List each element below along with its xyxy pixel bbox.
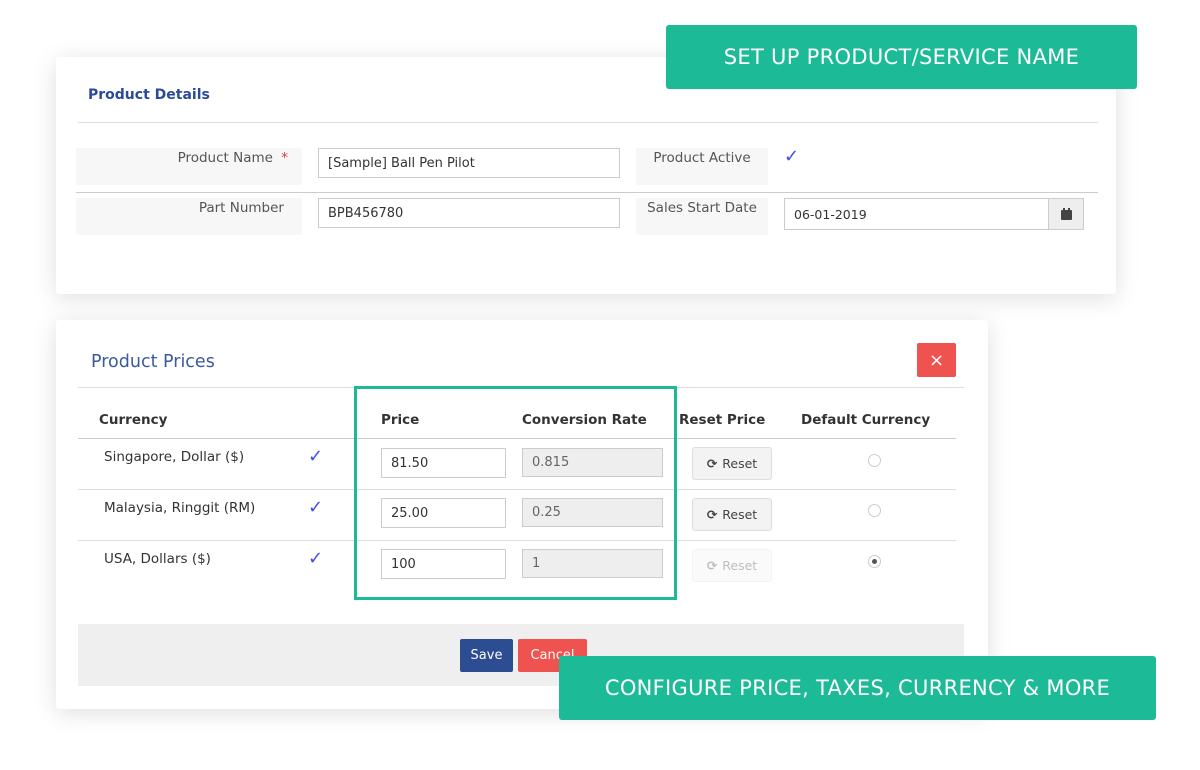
product-active-label: Product Active <box>653 150 751 166</box>
reset-label: Reset <box>722 507 758 522</box>
currency-active-check-icon[interactable]: ✓ <box>308 497 323 518</box>
reset-button[interactable]: ⟳ Reset <box>692 498 772 531</box>
product-name-input[interactable]: [Sample] Ball Pen Pilot <box>318 148 620 178</box>
product-prices-card: Product Prices × Currency Price Conversi… <box>56 320 988 709</box>
currency-active-check-icon[interactable]: ✓ <box>308 446 323 467</box>
callout-top: SET UP PRODUCT/SERVICE NAME <box>666 25 1137 89</box>
header-reset-price: Reset Price <box>679 412 766 428</box>
refresh-icon: ⟳ <box>706 456 718 471</box>
header-currency: Currency <box>99 412 168 428</box>
price-highlight-box <box>354 386 677 600</box>
currency-name: USA, Dollars ($) <box>104 551 211 567</box>
product-name-label: Product Name * <box>177 150 288 166</box>
section-title: Product Prices <box>91 352 215 372</box>
refresh-icon: ⟳ <box>706 507 718 522</box>
callout-bottom: CONFIGURE PRICE, TAXES, CURRENCY & MORE <box>559 656 1156 720</box>
reset-button-disabled: ⟳ Reset <box>692 549 772 582</box>
product-details-card: Product Details Product Name * [Sample] … <box>56 57 1116 294</box>
currency-active-check-icon[interactable]: ✓ <box>308 548 323 569</box>
reset-label: Reset <box>722 456 758 471</box>
refresh-icon: ⟳ <box>706 558 718 573</box>
part-number-input[interactable]: BPB456780 <box>318 198 620 228</box>
section-title: Product Details <box>88 87 210 103</box>
default-currency-radio-selected[interactable] <box>868 555 881 568</box>
sales-start-date-input[interactable]: 06-01-2019 <box>784 198 1049 230</box>
save-button[interactable]: Save <box>460 639 513 672</box>
calendar-button[interactable] <box>1048 198 1084 230</box>
reset-label: Reset <box>722 558 758 573</box>
default-currency-radio[interactable] <box>868 454 881 467</box>
product-active-check-icon[interactable]: ✓ <box>784 146 799 167</box>
calendar-icon <box>1060 208 1072 220</box>
currency-name: Malaysia, Ringgit (RM) <box>104 500 256 516</box>
currency-name: Singapore, Dollar ($) <box>104 449 245 465</box>
divider <box>78 122 1098 123</box>
divider <box>76 192 1098 193</box>
close-button[interactable]: × <box>917 343 956 377</box>
header-default-currency: Default Currency <box>801 412 931 428</box>
sales-start-label: Sales Start Date <box>647 200 757 216</box>
part-number-label: Part Number <box>198 200 284 216</box>
default-currency-radio[interactable] <box>868 504 881 517</box>
reset-button[interactable]: ⟳ Reset <box>692 447 772 480</box>
